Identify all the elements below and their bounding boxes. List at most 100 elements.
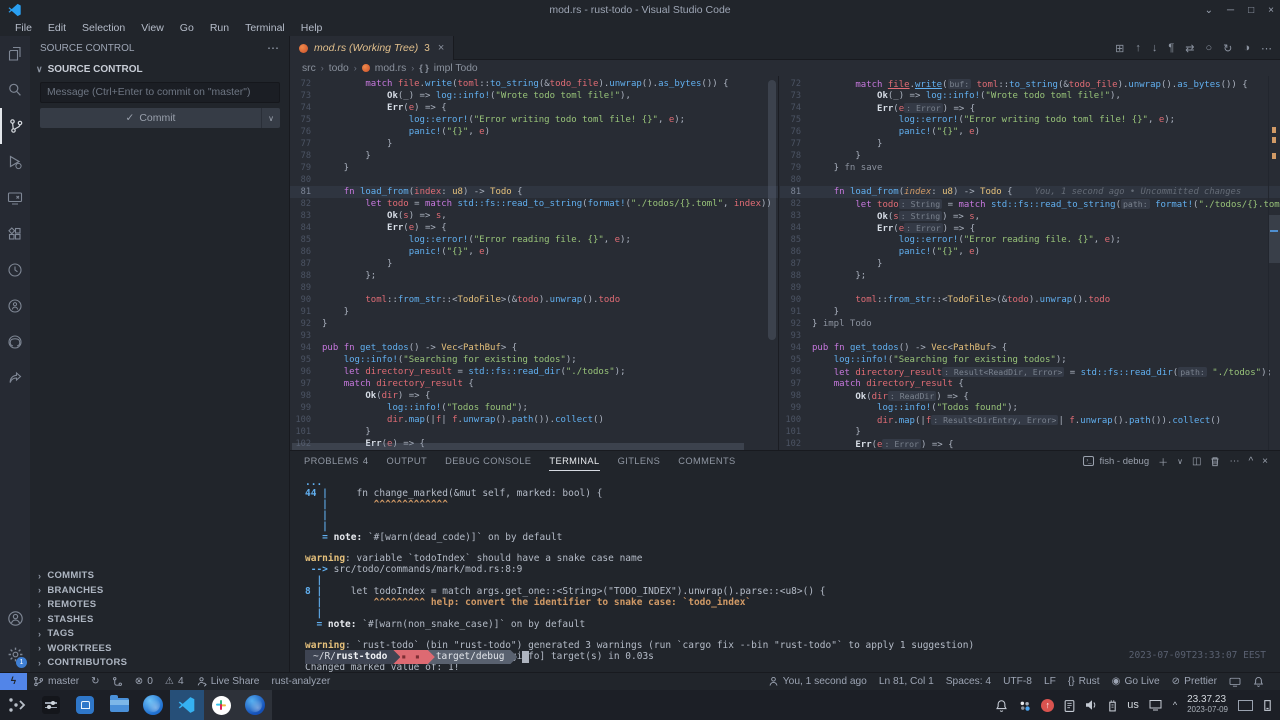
taskbar-app-launcher[interactable]	[0, 690, 34, 720]
code-line[interactable]: 91 }	[290, 306, 778, 318]
taskbar-slack[interactable]	[204, 690, 238, 720]
overview-ruler[interactable]	[1268, 76, 1280, 450]
status-git-sync[interactable]: ↻	[85, 673, 106, 691]
panel-tab-comments[interactable]: COMMENTS	[678, 451, 735, 471]
activitybar-explorer[interactable]	[0, 36, 30, 72]
code-line[interactable]: 90 toml::from_str::<TodoFile>(&todo).unw…	[290, 294, 778, 306]
code-line[interactable]: 87 }	[290, 258, 778, 270]
code-line[interactable]: 75 log::error!("Error writing todo toml …	[290, 114, 778, 126]
menu-help[interactable]: Help	[294, 22, 330, 34]
window-close-icon[interactable]: ×	[1268, 5, 1274, 16]
code-line[interactable]: 74 Err(e: Error) => {	[780, 102, 1280, 114]
code-line[interactable]: 82 let todo = match std::fs::read_to_str…	[290, 198, 778, 210]
code-line[interactable]: 80	[780, 174, 1280, 186]
code-line[interactable]: 93	[780, 330, 1280, 342]
panel-tab-problems[interactable]: PROBLEMS4	[304, 451, 368, 471]
panel-tab-debug-console[interactable]: DEBUG CONSOLE	[445, 451, 531, 471]
code-line[interactable]: 78 }	[290, 150, 778, 162]
code-line[interactable]: 94pub fn get_todos() -> Vec<PathBuf> {	[780, 342, 1280, 354]
taskbar-file-manager[interactable]	[102, 690, 136, 720]
code-line[interactable]: 96 let directory_result: Result<ReadDir,…	[780, 366, 1280, 378]
code-line[interactable]: 86 panic!("{}", e)	[290, 246, 778, 258]
breadcrumb-todo[interactable]: todo	[329, 63, 349, 74]
tray-usb-icon[interactable]	[1108, 699, 1117, 712]
sidebar-section-commits[interactable]: ›COMMITS	[30, 569, 289, 584]
code-line[interactable]: 76 panic!("{}", e)	[780, 126, 1280, 138]
new-terminal-icon[interactable]: ＋	[1158, 454, 1168, 469]
code-line[interactable]: 80	[290, 174, 778, 186]
code-line[interactable]: 87 }	[780, 258, 1280, 270]
tab-mod-rs[interactable]: mod.rs (Working Tree) 3 ×	[290, 36, 454, 60]
code-line[interactable]: 79 }	[290, 162, 778, 174]
activitybar-search[interactable]	[0, 72, 30, 108]
code-line[interactable]: 81 fn load_from(index: u8) -> Todo {	[290, 186, 778, 198]
activitybar-accounts[interactable]	[0, 600, 30, 636]
status-notifications-bell[interactable]	[1247, 673, 1270, 691]
tray-display-icon[interactable]	[1149, 699, 1163, 711]
open-changes-icon[interactable]: ⊞	[1115, 42, 1124, 55]
code-line[interactable]: 85 log::error!("Error reading file. {}",…	[290, 234, 778, 246]
terminal-profile-select[interactable]: ›_ fish - debug	[1083, 456, 1149, 467]
menu-go[interactable]: Go	[173, 22, 201, 34]
menu-terminal[interactable]: Terminal	[238, 22, 292, 34]
code-line[interactable]: 72 match file.write(toml::to_string(&tod…	[290, 78, 778, 90]
status-indentation[interactable]: Spaces: 4	[940, 673, 997, 691]
window-minimize-icon[interactable]: ─	[1227, 5, 1234, 16]
inline-view-icon[interactable]: ○	[1205, 42, 1212, 54]
activitybar-remote-explorer[interactable]	[0, 180, 30, 216]
sidebar-section-stashes[interactable]: ›STASHES	[30, 612, 289, 627]
tray-expand-icon[interactable]: ^	[1173, 700, 1177, 710]
code-line[interactable]: 91 }	[780, 306, 1280, 318]
more-actions-icon[interactable]: ⋯	[1229, 456, 1239, 467]
tray-clipboard-icon[interactable]	[1064, 699, 1075, 712]
taskbar-vscode[interactable]	[170, 690, 204, 720]
menu-edit[interactable]: Edit	[41, 22, 73, 34]
commit-message-input[interactable]	[40, 82, 280, 103]
code-line[interactable]: 100 dir.map(|f: Result<DirEntry, Error>|…	[780, 414, 1280, 426]
code-line[interactable]: 83 Ok(s) => s,	[290, 210, 778, 222]
tray-update-icon[interactable]: ↑	[1041, 699, 1054, 712]
panel-tab-terminal[interactable]: TERMINAL	[549, 451, 599, 471]
code-line[interactable]: 93	[290, 330, 778, 342]
breadcrumb-file[interactable]: mod.rs	[375, 63, 406, 74]
sidebar-section-contributors[interactable]: ›CONTRIBUTORS	[30, 656, 289, 671]
sidebar-section-remotes[interactable]: ›REMOTES	[30, 598, 289, 613]
commit-dropdown[interactable]: ∨	[261, 108, 280, 128]
window-shade-icon[interactable]: ⌄	[1205, 5, 1213, 16]
status-live-share[interactable]: Live Share	[190, 673, 266, 691]
code-line[interactable]: 92}	[290, 318, 778, 330]
code-line[interactable]: 92} impl Todo	[780, 318, 1280, 330]
code-line[interactable]: 99 log::info!("Todos found");	[780, 402, 1280, 414]
code-line[interactable]: 77 }	[290, 138, 778, 150]
code-line[interactable]: 95 log::info!("Searching for existing to…	[780, 354, 1280, 366]
tab-close-icon[interactable]: ×	[438, 42, 444, 54]
menu-file[interactable]: File	[8, 22, 39, 34]
tray-device-icon[interactable]	[1263, 699, 1272, 712]
code-line[interactable]: 98 Ok(dir) => {	[290, 390, 778, 402]
code-line[interactable]: 85 log::error!("Error reading file. {}",…	[780, 234, 1280, 246]
activitybar-settings[interactable]: 1	[0, 636, 30, 672]
code-line[interactable]: 96 let directory_result = std::fs::read_…	[290, 366, 778, 378]
code-line[interactable]: 76 panic!("{}", e)	[290, 126, 778, 138]
code-line[interactable]: 81 fn load_from(index: u8) -> Todo {You,…	[780, 186, 1280, 198]
status-encoding[interactable]: UTF-8	[997, 673, 1038, 691]
code-line[interactable]: 84 Err(e) => {	[290, 222, 778, 234]
tray-slack-icon[interactable]	[1018, 699, 1031, 712]
swap-sides-icon[interactable]: ⇄	[1185, 42, 1194, 55]
code-line[interactable]: 89	[290, 282, 778, 294]
activitybar-extensions[interactable]	[0, 216, 30, 252]
code-line[interactable]: 95 log::info!("Searching for existing to…	[290, 354, 778, 366]
code-line[interactable]: 97 match directory_result {	[780, 378, 1280, 390]
code-line[interactable]: 75 log::error!("Error writing todo toml …	[780, 114, 1280, 126]
trash-icon[interactable]	[1210, 456, 1220, 467]
activitybar-live-share[interactable]	[0, 288, 30, 324]
code-line[interactable]: 73 Ok(_) => log::info!("Wrote todo toml …	[290, 90, 778, 102]
split-terminal-icon[interactable]: ◫	[1192, 456, 1201, 467]
status-remote-indicator[interactable]: ϟ	[0, 673, 27, 691]
code-line[interactable]: 77 }	[780, 138, 1280, 150]
status-rust-analyzer[interactable]: rust-analyzer	[265, 673, 336, 691]
activitybar-timeline[interactable]	[0, 252, 30, 288]
code-line[interactable]: 79 } fn save	[780, 162, 1280, 174]
code-line[interactable]: 88 };	[780, 270, 1280, 282]
show-desktop-icon[interactable]	[1238, 700, 1253, 711]
